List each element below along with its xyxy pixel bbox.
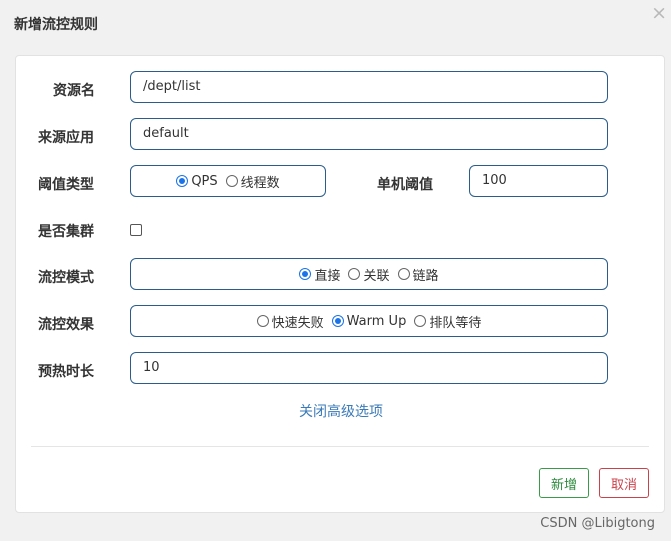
control-mode-group: 直接 关联 链路 [130,258,608,290]
origin-label: 来源应用 [38,130,94,146]
threshold-type-group: QPS 线程数 [130,165,326,197]
radio-label: 关联 [363,268,390,284]
radio-unchecked-icon [348,268,361,280]
radio-checked-icon [176,175,189,187]
dialog-header: 新增流控规则 × [0,0,671,48]
resource-input[interactable]: /dept/list [130,71,608,103]
radio-chain[interactable]: 链路 [397,265,439,284]
watermark: CSDN @Libigtong [540,516,655,531]
radio-unchecked-icon [256,315,269,327]
radio-label: 排队等待 [429,315,482,331]
radio-queue[interactable]: 排队等待 [414,312,481,331]
control-effect-label: 流控效果 [38,317,94,333]
radio-label: Warm Up [346,313,407,329]
divider [31,446,649,447]
control-effect-group: 快速失败 Warm Up 排队等待 [130,305,608,337]
close-icon[interactable]: × [651,2,667,24]
radio-unchecked-icon [414,315,427,327]
radio-label: QPS [191,173,218,189]
radio-warm-up[interactable]: Warm Up [331,313,407,329]
radio-qps[interactable]: QPS [176,173,218,189]
radio-checked-icon [331,315,344,327]
warmup-period-label: 预热时长 [38,364,94,380]
cluster-label: 是否集群 [38,224,94,240]
single-threshold-input[interactable]: 100 [469,165,608,197]
radio-label: 链路 [412,268,439,284]
origin-input[interactable]: default [130,118,608,150]
warmup-period-input[interactable]: 10 [130,352,608,384]
dialog-title: 新增流控规则 [14,17,98,33]
control-mode-label: 流控模式 [38,270,94,286]
radio-unchecked-icon [225,175,238,187]
radio-label: 线程数 [240,175,280,191]
form-panel: 资源名 /dept/list 来源应用 default 阈值类型 QPS 线程数… [15,55,665,513]
radio-checked-icon [299,268,312,280]
cluster-checkbox[interactable] [130,224,142,236]
radio-fast-fail[interactable]: 快速失败 [256,312,324,331]
add-button[interactable]: 新增 [539,468,589,498]
threshold-type-label: 阈值类型 [38,177,94,193]
single-threshold-label: 单机阈值 [377,177,433,193]
close-advanced-options-link[interactable]: 关闭高级选项 [16,401,666,421]
radio-direct[interactable]: 直接 [299,265,340,284]
radio-label: 直接 [314,268,341,284]
radio-unchecked-icon [397,268,410,280]
radio-label: 快速失败 [271,315,324,331]
radio-relate[interactable]: 关联 [348,265,390,284]
radio-thread-count[interactable]: 线程数 [225,172,280,191]
cancel-button[interactable]: 取消 [599,468,649,498]
resource-label: 资源名 [53,83,95,99]
